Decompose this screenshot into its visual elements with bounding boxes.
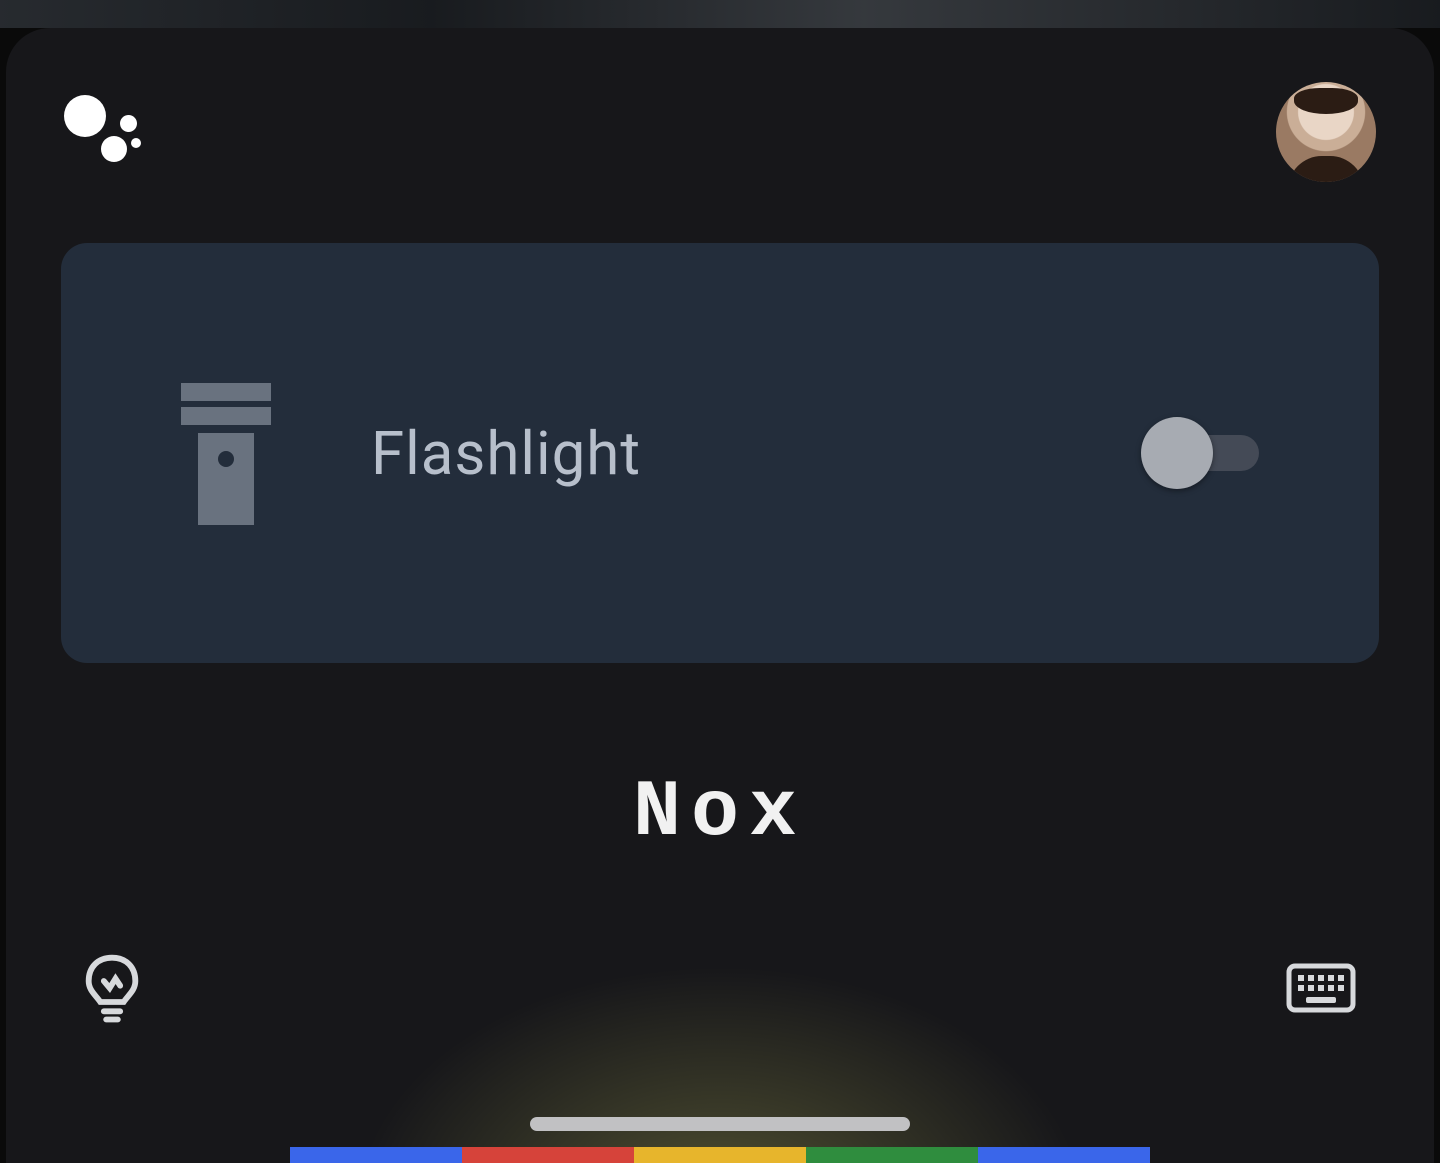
- assistant-color-bar: [290, 1147, 1150, 1163]
- assistant-logo-icon[interactable]: [64, 95, 146, 169]
- lightbulb-icon: [84, 953, 140, 1023]
- flashlight-card: Flashlight: [61, 243, 1379, 663]
- assistant-overlay: Flashlight Nox: [0, 0, 1440, 1163]
- home-indicator[interactable]: [530, 1117, 910, 1131]
- background-peek: [0, 0, 1440, 28]
- profile-avatar[interactable]: [1276, 82, 1376, 182]
- keyboard-icon: [1286, 961, 1356, 1015]
- flashlight-label: Flashlight: [371, 418, 1141, 489]
- assistant-panel: Flashlight Nox: [6, 28, 1434, 1163]
- keyboard-button[interactable]: [1286, 961, 1356, 1015]
- voice-transcript: Nox: [6, 768, 1434, 859]
- flashlight-icon: [181, 383, 271, 523]
- bottom-toolbar: [84, 953, 1356, 1023]
- header: [64, 82, 1376, 182]
- flashlight-toggle[interactable]: [1141, 426, 1259, 480]
- explore-button[interactable]: [84, 953, 140, 1023]
